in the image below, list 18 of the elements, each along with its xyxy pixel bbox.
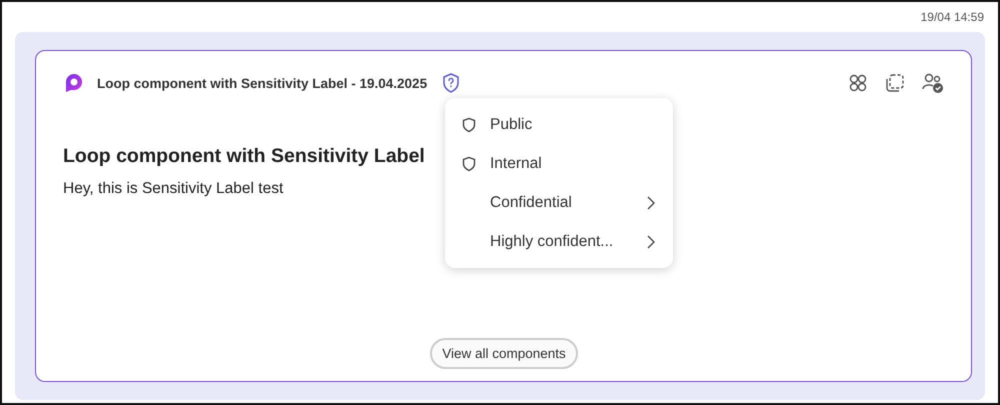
component-heading: Loop component with Sensitivity Label: [63, 145, 425, 168]
chevron-right-icon: [647, 234, 655, 248]
component-title: Loop component with Sensitivity Label - 19.04.2025: [97, 76, 428, 90]
shield-icon: [462, 116, 476, 132]
shield-icon: [462, 156, 476, 172]
menu-item[interactable]: Public: [445, 105, 673, 144]
sensitivity-shield-icon[interactable]: [441, 72, 462, 94]
menu-item[interactable]: Highly confident...: [445, 222, 673, 261]
timestamp: 19/04 14:59: [920, 10, 984, 24]
menu-item[interactable]: Internal: [445, 144, 673, 183]
loop-logo-icon: [63, 72, 85, 94]
apps-icon[interactable]: [847, 72, 869, 94]
view-all-components-button[interactable]: View all components: [430, 338, 578, 369]
people-check-icon[interactable]: [921, 72, 945, 94]
menu-item[interactable]: Confidential: [445, 183, 673, 222]
chevron-right-icon: [647, 196, 655, 210]
body-text: Hey, this is Sensitivity Label test: [63, 180, 284, 198]
copy-frame-icon[interactable]: [884, 72, 906, 94]
